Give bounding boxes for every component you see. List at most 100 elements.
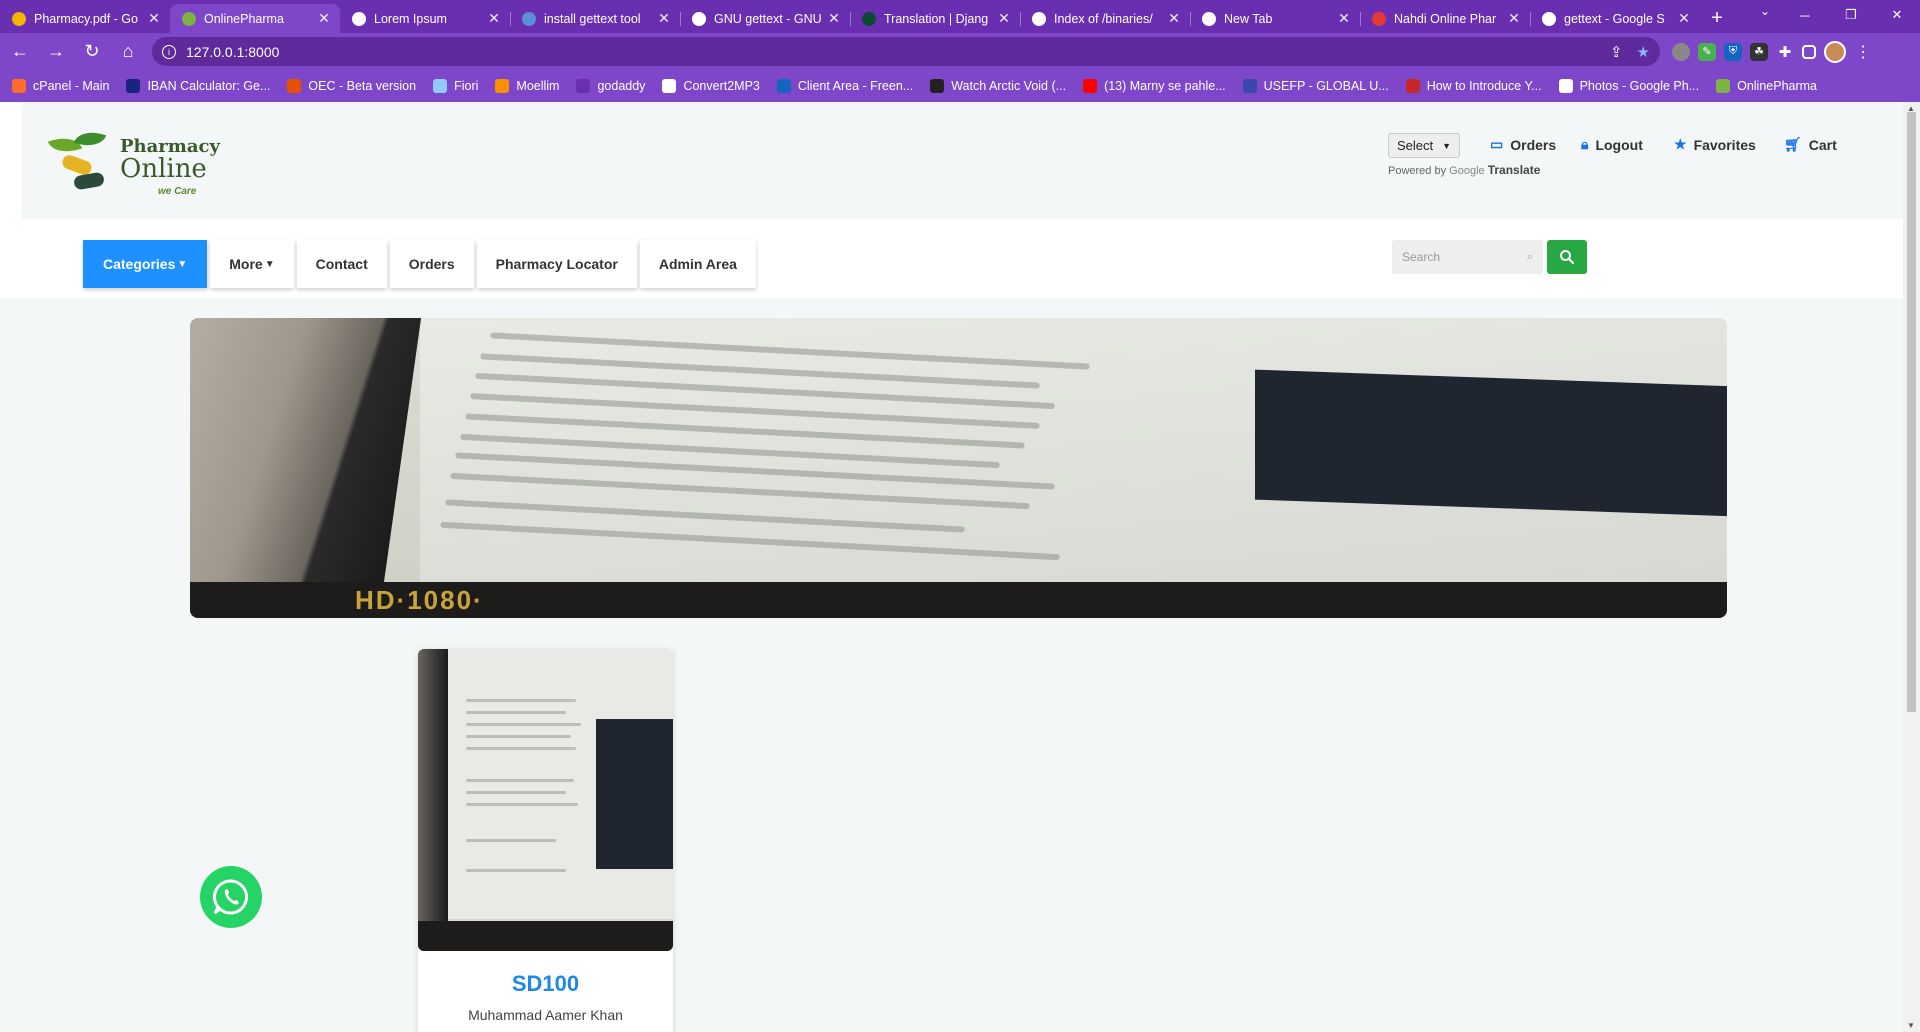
puzzle-icon[interactable]: ✚ [1776,43,1794,61]
new-tab-button[interactable]: + [1700,4,1734,33]
bookmark-item[interactable]: (13) Marny se pahle... [1083,79,1226,93]
language-select[interactable]: Select ▼ [1388,133,1460,158]
bookmark-favicon-icon [776,79,791,93]
product-photo-detail [466,699,576,702]
search-input[interactable]: Search ⌕ [1392,240,1543,274]
chrome-icon [1202,11,1216,26]
bookmark-item[interactable]: Moellim [495,79,559,93]
close-tab-icon[interactable]: ✕ [656,10,672,27]
restore-icon[interactable]: ❐ [1828,0,1874,30]
gnu-icon [692,11,706,26]
bookmark-item[interactable]: Photos - Google Ph... [1558,79,1699,93]
site-logo[interactable]: Pharmacy Online we Care [47,125,220,202]
extensions-area: ✎ ⛨ ☘ ✚ ⋮ [1672,40,1872,63]
close-tab-icon[interactable]: ✕ [316,10,332,27]
profile-avatar[interactable] [1824,40,1846,63]
nav-categories-label: Categories [103,256,176,272]
bookmark-item[interactable]: godaddy [576,79,645,93]
close-tab-icon[interactable]: ✕ [146,10,162,27]
bookmark-item[interactable]: USEFP - GLOBAL U... [1242,79,1389,93]
extension-icon[interactable]: ☘ [1750,42,1768,61]
product-title[interactable]: SD100 [418,971,673,997]
product-photo-detail [466,839,556,842]
browser-tab-title: Index of /binaries/ [1054,11,1153,26]
nav-more[interactable]: More ▼ [210,240,294,288]
nav-pharmacy-locator[interactable]: Pharmacy Locator [476,240,637,288]
page-scrollbar[interactable]: ▲ ▼ [1903,102,1920,1032]
side-panel-icon[interactable] [1802,44,1816,59]
powered-by-label: Powered by [1388,165,1447,177]
product-photo-detail [466,803,578,806]
scroll-down-icon[interactable]: ▼ [1907,1021,1915,1030]
browser-tab-title: GNU gettext - GNU [714,11,822,26]
close-tab-icon[interactable]: ✕ [1336,10,1352,27]
scrollbar-thumb[interactable] [1907,112,1916,712]
browser-tab[interactable]: install gettext tool ✕ [510,4,680,33]
logout-link[interactable]: 🔒︎ Logout [1581,136,1643,153]
bookmark-favicon-icon [126,79,141,93]
browser-tab-title: OnlinePharma [204,11,284,26]
browser-tab[interactable]: Pharmacy.pdf - Go ✕ [0,4,170,33]
reload-icon[interactable]: ↻ [76,36,108,68]
translate-link[interactable]: Translate [1488,163,1541,177]
browser-tab[interactable]: Nahdi Online Phar ✕ [1360,4,1530,33]
shield-extension-icon[interactable]: ⛨ [1724,42,1742,61]
bookmark-favicon-icon [1405,79,1420,93]
whatsapp-button[interactable] [200,866,262,928]
product-photo-detail [466,711,566,714]
product-image[interactable] [418,649,673,951]
bookmark-item[interactable]: Watch Arctic Void (... [930,79,1066,93]
product-photo-detail [466,779,574,782]
minimize-icon[interactable]: ─ [1782,0,1828,30]
bookmark-item[interactable]: How to Introduce Y... [1405,79,1542,93]
bookmark-item[interactable]: Convert2MP3 [662,79,760,93]
bookmark-star-icon[interactable]: ★ [1637,43,1650,61]
search-button[interactable] [1547,240,1587,274]
browser-tab[interactable]: New Tab ✕ [1190,4,1360,33]
banner-photo-hd-mark: HD·1080· [355,585,484,615]
close-window-icon[interactable]: ✕ [1874,0,1920,30]
close-tab-icon[interactable]: ✕ [996,10,1012,27]
window-controls: ─ ❐ ✕ [1782,0,1920,30]
browser-tab[interactable]: Index of /binaries/ ✕ [1020,4,1190,33]
browser-tab[interactable]: gettext - Google S ✕ [1530,4,1700,33]
globe-icon [352,11,366,26]
close-tab-icon[interactable]: ✕ [1166,10,1182,27]
share-icon[interactable]: ⇪ [1610,43,1623,61]
product-photo-frame [418,921,673,951]
bookmark-item[interactable]: OnlinePharma [1716,79,1817,93]
home-icon[interactable]: ⌂ [112,36,144,68]
close-tab-icon[interactable]: ✕ [1506,10,1522,27]
nav-orders[interactable]: Orders [389,240,474,288]
nav-admin-area[interactable]: Admin Area [639,240,756,288]
bookmark-item[interactable]: IBAN Calculator: Ge... [126,79,270,93]
pill-icon [73,171,105,191]
orders-link[interactable]: ▭ Orders [1490,136,1556,153]
browser-tab[interactable]: GNU gettext - GNU ✕ [680,4,850,33]
bookmark-item[interactable]: cPanel - Main [12,79,109,93]
close-tab-icon[interactable]: ✕ [1676,10,1692,27]
url-text[interactable]: 127.0.0.1:8000 [186,44,1596,60]
close-tab-icon[interactable]: ✕ [486,10,502,27]
tab-search-icon[interactable]: ⌄ [1760,4,1770,18]
main-nav: Categories ▼ More ▼ Contact Orders Pharm… [83,240,759,288]
nav-categories[interactable]: Categories ▼ [83,240,208,288]
bookmark-item[interactable]: Fiori [433,79,478,93]
close-tab-icon[interactable]: ✕ [826,10,842,27]
nav-contact[interactable]: Contact [296,240,387,288]
bookmark-item[interactable]: OEC - Beta version [287,79,416,93]
back-icon[interactable]: ← [4,36,36,68]
product-card[interactable]: SD100 Muhammad Aamer Khan [418,649,673,1032]
browser-tab[interactable]: Lorem Ipsum ✕ [340,4,510,33]
extension-icon[interactable] [1672,42,1690,61]
bookmark-item[interactable]: Client Area - Freen... [776,79,913,93]
extension-icon[interactable]: ✎ [1698,42,1716,61]
browser-tab[interactable]: Translation | Djang ✕ [850,4,1020,33]
cart-link[interactable]: 🛒︎ Cart [1784,136,1837,153]
browser-tab[interactable]: OnlinePharma ✕ [170,4,340,33]
forward-icon[interactable]: → [40,36,72,68]
favorites-link[interactable]: ★ Favorites [1674,136,1756,153]
omnibox[interactable]: i 127.0.0.1:8000 ⇪ ★ [152,37,1660,66]
site-info-icon[interactable]: i [162,44,176,59]
menu-kebab-icon[interactable]: ⋮ [1854,43,1872,61]
